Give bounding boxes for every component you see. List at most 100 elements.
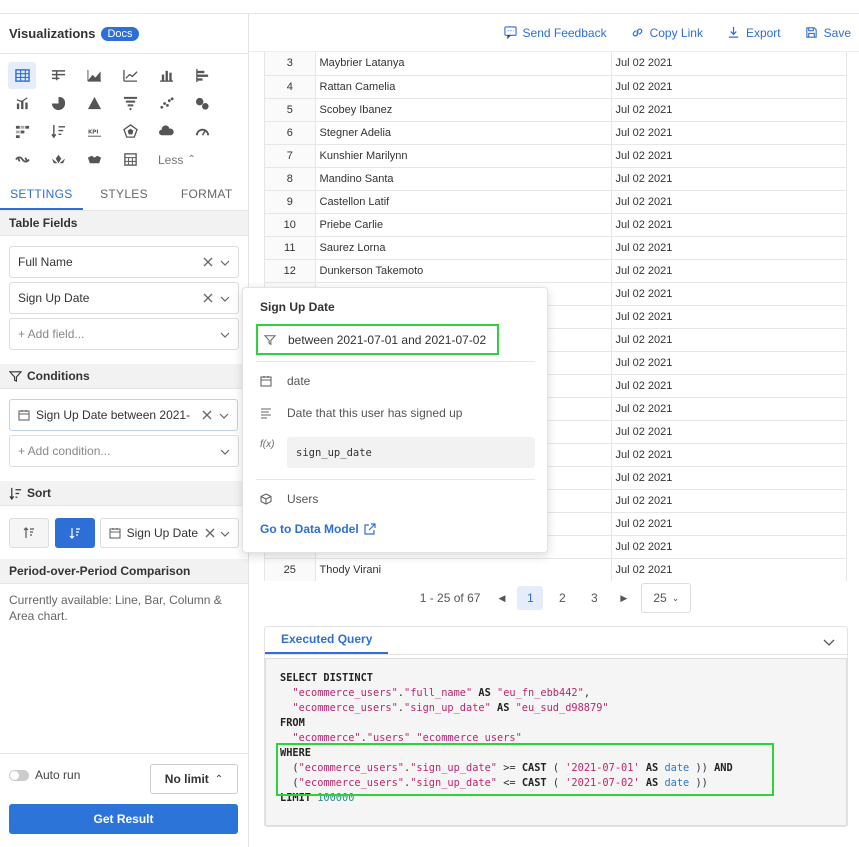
sorted-list-viz-icon[interactable] [44,118,72,145]
executed-query-panel: Executed Query SELECT DISTINCT "ecommerc… [264,626,848,827]
row-number-cell: 4 [265,75,316,99]
sign-up-date-cell: Jul 02 2021 [611,167,846,191]
pivot-table-viz-icon[interactable] [44,62,72,89]
tab-format[interactable]: FORMAT [165,179,248,210]
area-chart-viz-icon[interactable] [80,62,108,89]
row-number-cell: 8 [265,167,316,191]
field-sign-up-date[interactable]: Sign Up Date [9,282,239,314]
tab-styles[interactable]: STYLES [83,179,166,210]
popover-sql-name: sign_up_date [287,437,535,468]
heatmap-viz-icon[interactable] [8,118,36,145]
funnel-chart-viz-icon[interactable] [116,90,144,117]
row-number-cell: 25 [265,558,316,581]
export-button[interactable]: Export [727,26,781,40]
sort-header: Sort [0,481,248,506]
remove-icon[interactable] [202,292,214,304]
gauge-viz-icon[interactable] [188,118,216,145]
full-name-cell: Dunkerson Takemoto [315,259,612,283]
sign-up-date-cell: Jul 02 2021 [611,374,846,398]
page-2[interactable]: 2 [549,586,575,610]
go-to-data-model-label: Go to Data Model [260,522,359,536]
save-button[interactable]: Save [805,26,851,40]
pie-chart-viz-icon[interactable] [44,90,72,117]
handshake-viz-icon[interactable] [80,146,108,173]
page-3[interactable]: 3 [581,586,607,610]
combo-chart-viz-icon[interactable] [8,90,36,117]
external-link-icon [364,523,376,535]
radar-chart-viz-icon[interactable] [116,118,144,145]
chevron-down-icon[interactable] [220,330,230,340]
table-row: 10 Priebe Carlie Jul 02 2021 [265,213,846,237]
bar-chart-viz-icon[interactable] [188,62,216,89]
table-row: 8 Mandino Santa Jul 02 2021 [265,167,846,191]
add-condition-input[interactable]: + Add condition... [9,435,239,467]
line-chart-viz-icon[interactable] [116,62,144,89]
popover-model: Users [287,492,319,506]
chevron-down-icon[interactable] [220,447,230,457]
add-field-input[interactable]: + Add field... [9,318,239,350]
page-1[interactable]: 1 [517,586,544,610]
sql-code-block: SELECT DISTINCT "ecommerce_users"."full_… [265,658,847,826]
remove-icon[interactable] [201,409,213,421]
retention-viz-icon[interactable] [8,146,36,173]
row-limit-select[interactable]: No limit ⌃ [150,764,238,794]
sign-up-date-cell: Jul 02 2021 [611,52,846,76]
remove-icon[interactable] [204,527,216,539]
sort-ascending-button[interactable] [9,518,49,548]
remove-icon[interactable] [202,256,214,268]
send-feedback-button[interactable]: Send Feedback [503,26,607,40]
row-number-cell: 9 [265,190,316,214]
table-row: 25 Thody Virani Jul 02 2021 [265,558,846,581]
chevron-down-icon[interactable] [220,258,230,268]
condition-sign-up-date[interactable]: Sign Up Date between 2021- [9,399,238,431]
go-to-data-model-link[interactable]: Go to Data Model [260,522,376,536]
filter-icon [9,370,22,382]
full-name-cell: Saurez Lorna [315,236,612,260]
row-number-cell: 5 [265,98,316,122]
get-result-button[interactable]: Get Result [9,804,238,834]
popover-title: Sign Up Date [260,300,335,314]
add-field-placeholder: + Add field... [18,327,85,341]
sign-up-date-cell: Jul 02 2021 [611,98,846,122]
query-tabbar: Executed Query [265,627,847,655]
table-viz-icon[interactable] [8,62,36,89]
sort-ascending-icon [23,527,34,538]
settings-tabs: SETTINGS STYLES FORMAT [0,179,248,211]
next-page-icon[interactable]: ▶ [620,593,627,604]
auto-run-toggle[interactable]: Auto run [9,768,80,782]
column-chart-viz-icon[interactable] [152,62,180,89]
pyramid-chart-viz-icon[interactable] [80,90,108,117]
cloud-map-viz-icon[interactable] [152,118,180,145]
tab-settings[interactable]: SETTINGS [0,179,83,210]
tab-executed-query[interactable]: Executed Query [265,632,389,654]
period-comparison-title: Period-over-Period Comparison [9,564,191,578]
feedback-icon [503,26,517,39]
toggle-switch[interactable] [9,769,29,781]
prev-page-icon[interactable]: ◀ [498,593,505,604]
sort-descending-button[interactable] [54,518,95,548]
less-toggle[interactable]: Less ⌃ [152,146,216,173]
sign-up-date-cell: Jul 02 2021 [611,397,846,421]
full-name-cell: Scobey Ibanez [315,98,612,122]
row-number-cell: 10 [265,213,316,237]
copy-link-button[interactable]: Copy Link [631,26,703,40]
docs-badge[interactable]: Docs [101,26,139,41]
chevron-down-icon[interactable] [220,294,230,304]
chevron-down-icon[interactable] [823,636,835,648]
cube-icon [260,493,272,505]
chevron-down-icon[interactable] [219,411,229,421]
bubble-chart-viz-icon[interactable] [188,90,216,117]
full-name-cell: Thody Virani [315,558,612,581]
sort-field-select[interactable]: Sign Up Date [99,518,239,548]
scatter-chart-viz-icon[interactable] [152,90,180,117]
lotus-viz-icon[interactable] [44,146,72,173]
field-full-name[interactable]: Full Name [9,246,239,278]
chevron-down-icon[interactable] [220,529,230,539]
per-page-select[interactable]: 25 ⌄ [641,583,692,613]
calendar-viz-icon[interactable] [116,146,144,173]
field-info-popover: Sign Up Date between 2021-07-01 and 2021… [242,287,548,553]
link-icon [632,28,642,37]
popover-filter[interactable]: between 2021-07-01 and 2021-07-02 [256,324,499,355]
kpi-viz-icon[interactable]: KPI [80,118,108,145]
sign-up-date-cell: Jul 02 2021 [611,420,846,444]
